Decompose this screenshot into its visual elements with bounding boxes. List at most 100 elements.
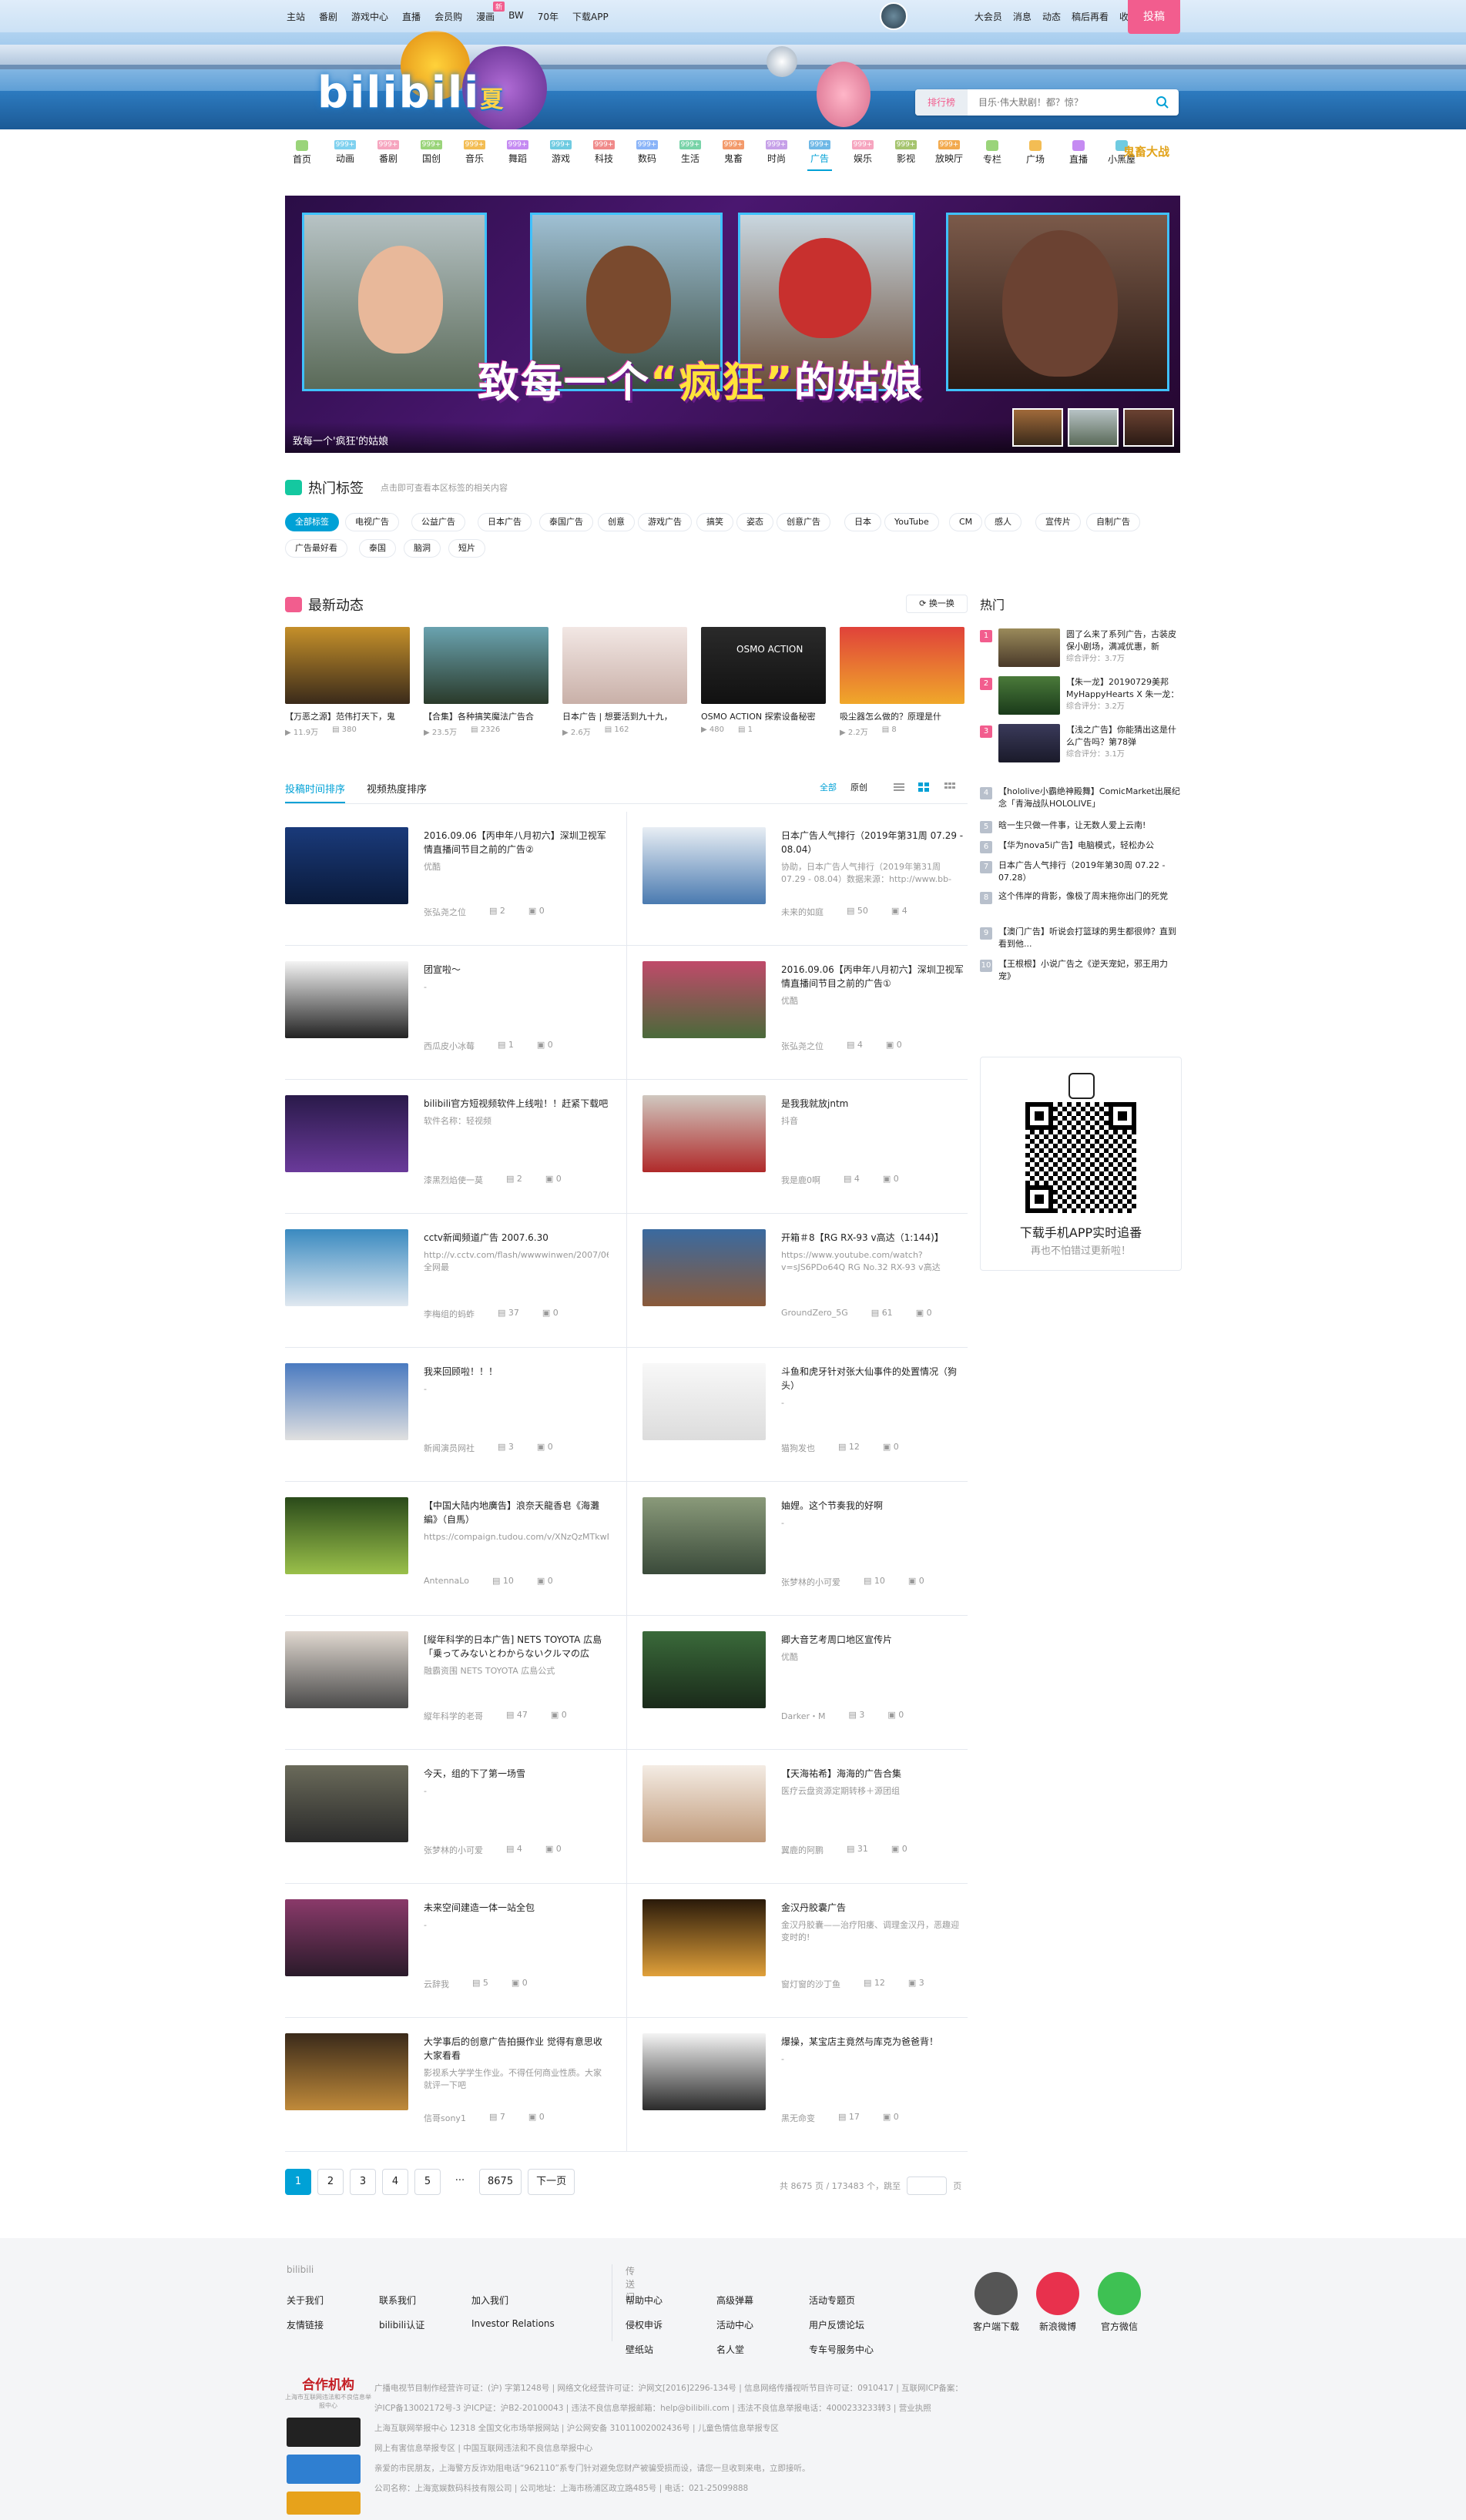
video-thumbnail[interactable] xyxy=(285,1765,408,1842)
footer-link[interactable]: 关于我们 xyxy=(287,2294,324,2307)
hero-thumb-1[interactable] xyxy=(1012,408,1063,447)
video-card[interactable]: 2016.09.06【丙申年八月初六】深圳卫视军情直播间节目之前的广告② 优酷 张弘… xyxy=(285,812,626,946)
video-card[interactable]: 2016.09.06【丙申年八月初六】深圳卫视军情直播间节目之前的广告① 优酷 张弘… xyxy=(626,946,968,1080)
nav-item-2[interactable]: 999+ 番剧 xyxy=(371,140,405,165)
video-thumbnail[interactable] xyxy=(642,1229,766,1306)
video-title[interactable]: cctv新闻频道广告 2007.6.30 xyxy=(424,1231,609,1245)
search-icon[interactable] xyxy=(1156,96,1169,109)
home-link[interactable]: 主站 xyxy=(287,10,305,23)
hot-item[interactable]: 2 【朱一龙】20190729美邦MyHappyHearts X 朱一龙： 综合评分… xyxy=(980,676,1180,719)
nav-item-1[interactable]: 999+ 动画 xyxy=(328,140,362,165)
latest-thumbnail[interactable]: OSMO ACTION xyxy=(701,627,826,704)
video-thumbnail[interactable] xyxy=(642,1765,766,1842)
tag-chip[interactable]: 搞笑 xyxy=(696,513,733,531)
video-title[interactable]: 2016.09.06【丙申年八月初六】深圳卫视军情直播间节目之前的广告① xyxy=(781,963,966,990)
video-card[interactable]: 爆操，某宝店主竟然与库克为爸爸背！ - 黑无命变 ▤ 17 ▣ 0 xyxy=(626,2018,968,2152)
app-download-box[interactable]: 下载手机APP实时追番 再也不怕错过更新啦！ xyxy=(980,1057,1182,1271)
nav-item-14[interactable]: 999+ 影视 xyxy=(889,140,923,165)
video-title[interactable]: 大学事后的创意广告拍摄作业 觉得有意思收大家看看 xyxy=(424,2035,609,2063)
bilibili-logo[interactable]: bilibili夏 xyxy=(317,68,505,118)
video-thumbnail[interactable] xyxy=(285,961,408,1038)
hot-item-title[interactable]: 圆了么来了系列广告，古装皮保小剧场，满减优惠，新 xyxy=(1066,628,1182,653)
video-card[interactable]: 卿大音艺考周口地区宣传片 优酷 Darker・M ▤ 3 ▣ 0 xyxy=(626,1616,968,1750)
coop-logo-1[interactable] xyxy=(287,2418,361,2447)
video-author[interactable]: 新闻演员网社 xyxy=(424,1442,475,1454)
tag-chip[interactable]: 公益广告 xyxy=(411,513,465,531)
video-author[interactable]: 张弘尧之位 xyxy=(424,906,466,918)
footer-link[interactable]: 联系我们 xyxy=(379,2294,416,2307)
page-button[interactable]: 2 xyxy=(317,2169,344,2195)
page-button[interactable]: 3 xyxy=(350,2169,376,2195)
video-author[interactable]: 张梦林的小可爱 xyxy=(781,1576,840,1588)
page-button[interactable]: 5 xyxy=(414,2169,441,2195)
game-center-link[interactable]: 游戏中心 xyxy=(351,10,388,23)
video-author[interactable]: 我是鹿0啊 xyxy=(781,1174,820,1186)
latest-item[interactable]: 吸尘器怎么做的？原理是什 ▶ 2.2万 ▤ 8 xyxy=(840,627,964,737)
coop-logo-2[interactable] xyxy=(287,2455,361,2484)
hot-thumbnail[interactable] xyxy=(998,724,1060,762)
dynamics-link[interactable]: 动态 xyxy=(1042,10,1061,23)
latest-thumbnail[interactable] xyxy=(562,627,687,704)
latest-thumbnail[interactable] xyxy=(285,627,410,704)
tag-chip[interactable]: CM xyxy=(949,513,983,531)
video-thumbnail[interactable] xyxy=(285,827,408,904)
hot-thumbnail[interactable] xyxy=(998,676,1060,715)
live-link[interactable]: 直播 xyxy=(402,10,421,23)
video-title[interactable]: 爆操，某宝店主竟然与库克为爸爸背！ xyxy=(781,2035,966,2049)
vip-link[interactable]: 大会员 xyxy=(975,10,1002,23)
footer-link[interactable]: 专车号服务中心 xyxy=(809,2343,874,2356)
special-event-link[interactable]: 鬼畜大战 xyxy=(1123,143,1169,159)
nav-item-8[interactable]: 999+ 数码 xyxy=(630,140,664,165)
footer-link[interactable]: 活动专题页 xyxy=(809,2294,855,2307)
video-title[interactable]: 妯娌。这个节奏我的好啊 xyxy=(781,1499,966,1513)
latest-item[interactable]: 日本广告 | 想要活到九十九， ▶ 2.6万 ▤ 162 xyxy=(562,627,687,737)
nav-item-7[interactable]: 999+ 科技 xyxy=(587,140,621,165)
footer-link[interactable]: Investor Relations xyxy=(471,2318,555,2329)
video-title[interactable]: 卿大音艺考周口地区宣传片 xyxy=(781,1633,966,1647)
last-page-button[interactable]: 8675 xyxy=(479,2169,522,2195)
nav-item-3[interactable]: 999+ 国创 xyxy=(414,140,448,165)
tag-chip[interactable]: 泰国 xyxy=(359,539,396,558)
list-view-icon[interactable] xyxy=(894,782,904,792)
video-title[interactable]: 斗鱼和虎牙针对张大仙事件的处置情况（狗头） xyxy=(781,1365,966,1392)
video-thumbnail[interactable] xyxy=(285,1497,408,1574)
video-thumbnail[interactable] xyxy=(642,1363,766,1440)
video-card[interactable]: 妯娌。这个节奏我的好啊 - 张梦林的小可爱 ▤ 10 ▣ 0 xyxy=(626,1482,968,1616)
latest-item-title[interactable]: 吸尘器怎么做的？原理是什 xyxy=(840,710,964,722)
video-thumbnail[interactable] xyxy=(285,2033,408,2110)
footer-link[interactable]: 侵权申诉 xyxy=(626,2318,663,2331)
latest-thumbnail[interactable] xyxy=(424,627,548,704)
page-jump-input[interactable] xyxy=(907,2177,948,2195)
nav-item-9[interactable]: 999+ 生活 xyxy=(673,140,707,165)
next-page-button[interactable]: 下一页 xyxy=(528,2169,575,2195)
70-years-link[interactable]: 70年 xyxy=(538,10,559,23)
video-title[interactable]: 是我我就放jntm xyxy=(781,1097,966,1111)
tag-chip[interactable]: 游戏广告 xyxy=(638,513,692,531)
video-thumbnail[interactable] xyxy=(642,2033,766,2110)
hero-thumb-3[interactable] xyxy=(1123,408,1174,447)
bw-link[interactable]: BW xyxy=(508,10,524,23)
video-card[interactable]: 我来回顾啦！！！ - 新闻演员网社 ▤ 3 ▣ 0 xyxy=(285,1348,626,1482)
latest-item[interactable]: OSMO ACTION OSMO ACTION 探索设备秘密 ▶ 480 ▤ 1 xyxy=(701,627,826,734)
tag-chip[interactable]: 感人 xyxy=(985,513,1022,531)
tag-chip[interactable]: 广告最好看 xyxy=(285,539,347,558)
footer-link[interactable]: bilibili认证 xyxy=(379,2318,424,2331)
footer-link[interactable]: 活动中心 xyxy=(716,2318,753,2331)
latest-item-title[interactable]: 【万恶之源】范伟打天下，鬼 xyxy=(285,710,410,722)
coop-logo-3[interactable] xyxy=(287,2492,361,2515)
latest-item[interactable]: 【万恶之源】范伟打天下，鬼 ▶ 11.9万 ▤ 380 xyxy=(285,627,410,737)
tag-chip[interactable]: 全部标签 xyxy=(285,513,339,531)
video-thumbnail[interactable] xyxy=(285,1899,408,1976)
video-card[interactable]: 【天海祐希】海海的广告合集 医疗云盘资源定期转移＋源团组 翼鹿的阿鹏 ▤ 31 ▣ 0 xyxy=(626,1750,968,1884)
video-title[interactable]: 2016.09.06【丙申年八月初六】深圳卫视军情直播间节目之前的广告② xyxy=(424,829,609,856)
video-title[interactable]: 未来空间建造一体一站全包 xyxy=(424,1901,609,1915)
video-author[interactable]: 李梅组的蚂蚱 xyxy=(424,1308,475,1320)
video-thumbnail[interactable] xyxy=(642,1899,766,1976)
video-thumbnail[interactable] xyxy=(285,1631,408,1708)
video-author[interactable]: GroundZero_5G xyxy=(781,1308,848,1318)
manga-link[interactable]: 漫画 xyxy=(476,10,495,23)
hot-item-title[interactable]: 这个伟岸的背影，像极了周末拖你出门的死党 xyxy=(998,890,1180,903)
video-title[interactable]: 我来回顾啦！！！ xyxy=(424,1365,609,1379)
video-thumbnail[interactable] xyxy=(642,1095,766,1172)
footer-link[interactable]: 加入我们 xyxy=(471,2294,508,2307)
